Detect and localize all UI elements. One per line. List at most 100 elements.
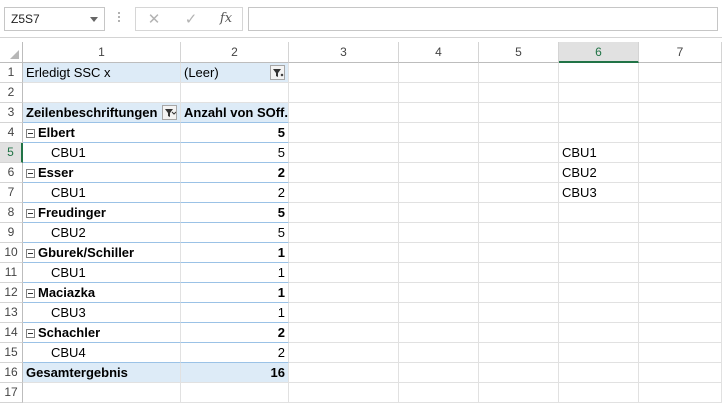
column-header[interactable]: 3 xyxy=(289,42,399,63)
cell[interactable] xyxy=(559,383,639,403)
cell[interactable] xyxy=(479,383,559,403)
row-header[interactable]: 4 xyxy=(0,123,23,143)
cell[interactable] xyxy=(479,203,559,223)
chevron-down-icon[interactable] xyxy=(90,17,98,22)
filter-icon[interactable] xyxy=(162,105,177,120)
cell[interactable] xyxy=(289,103,399,123)
cell[interactable] xyxy=(639,183,722,203)
row-header[interactable]: 10 xyxy=(0,243,23,263)
cell[interactable] xyxy=(479,143,559,163)
cell[interactable] xyxy=(639,103,722,123)
cell[interactable] xyxy=(289,383,399,403)
cell[interactable] xyxy=(639,223,722,243)
cell[interactable] xyxy=(399,323,479,343)
minus-box-icon[interactable] xyxy=(26,249,35,258)
row-header[interactable]: 9 xyxy=(0,223,23,243)
cell[interactable] xyxy=(289,143,399,163)
row-header[interactable]: 16 xyxy=(0,363,23,383)
name-box[interactable]: Z5S7 xyxy=(4,7,105,31)
row-header[interactable]: 3 xyxy=(0,103,23,123)
cell[interactable] xyxy=(639,163,722,183)
pivot-item-label[interactable]: CBU2 xyxy=(23,223,181,243)
list-item[interactable]: CBU2 xyxy=(559,163,639,183)
cell[interactable] xyxy=(559,63,639,83)
cell[interactable] xyxy=(399,363,479,383)
pivot-item-label[interactable]: CBU1 xyxy=(23,263,181,283)
column-header[interactable]: 6 xyxy=(559,42,639,63)
cell[interactable] xyxy=(399,283,479,303)
cell[interactable] xyxy=(399,183,479,203)
cell[interactable] xyxy=(289,323,399,343)
pivot-filter-value[interactable]: (Leer) xyxy=(181,63,289,83)
cell[interactable] xyxy=(399,83,479,103)
pivot-item-label[interactable]: CBU1 xyxy=(23,143,181,163)
cell[interactable] xyxy=(289,343,399,363)
fx-icon[interactable]: fx xyxy=(216,11,236,26)
cell[interactable] xyxy=(559,263,639,283)
row-header[interactable]: 13 xyxy=(0,303,23,323)
cell[interactable] xyxy=(479,263,559,283)
minus-box-icon[interactable] xyxy=(26,329,35,338)
select-all-button[interactable] xyxy=(0,42,23,63)
cell[interactable] xyxy=(399,223,479,243)
cell[interactable] xyxy=(559,283,639,303)
cell[interactable] xyxy=(559,343,639,363)
cell[interactable] xyxy=(23,83,181,103)
formula-bar-grip[interactable] xyxy=(118,12,121,26)
row-header[interactable]: 7 xyxy=(0,183,23,203)
pivot-item-value[interactable]: 1 xyxy=(181,263,289,283)
minus-box-icon[interactable] xyxy=(26,129,35,138)
cell[interactable] xyxy=(479,223,559,243)
list-item[interactable]: CBU3 xyxy=(559,183,639,203)
pivot-group-row[interactable]: Freudinger xyxy=(23,203,181,223)
column-header[interactable]: 5 xyxy=(479,42,559,63)
row-header[interactable]: 12 xyxy=(0,283,23,303)
cell[interactable] xyxy=(479,363,559,383)
cell[interactable] xyxy=(399,203,479,223)
cell[interactable] xyxy=(289,243,399,263)
cell[interactable] xyxy=(639,343,722,363)
pivot-group-total[interactable]: 2 xyxy=(181,323,289,343)
cell[interactable] xyxy=(639,243,722,263)
cell[interactable] xyxy=(559,103,639,123)
cell[interactable] xyxy=(559,223,639,243)
cell[interactable] xyxy=(399,63,479,83)
cell[interactable] xyxy=(399,143,479,163)
pivot-group-total[interactable]: 1 xyxy=(181,283,289,303)
cell[interactable] xyxy=(289,63,399,83)
pivot-item-label[interactable]: CBU1 xyxy=(23,183,181,203)
cell[interactable] xyxy=(479,323,559,343)
row-header[interactable]: 1 xyxy=(0,63,23,83)
cell[interactable] xyxy=(289,223,399,243)
list-item[interactable]: CBU1 xyxy=(559,143,639,163)
row-header[interactable]: 17 xyxy=(0,383,23,403)
pivot-item-value[interactable]: 1 xyxy=(181,303,289,323)
row-header[interactable]: 11 xyxy=(0,263,23,283)
cell[interactable] xyxy=(399,263,479,283)
minus-box-icon[interactable] xyxy=(26,289,35,298)
pivot-group-total[interactable]: 5 xyxy=(181,203,289,223)
row-header[interactable]: 14 xyxy=(0,323,23,343)
cell[interactable] xyxy=(639,363,722,383)
formula-input[interactable] xyxy=(248,7,718,31)
pivot-item-label[interactable]: CBU4 xyxy=(23,343,181,363)
cell[interactable] xyxy=(399,103,479,123)
minus-box-icon[interactable] xyxy=(26,209,35,218)
cell[interactable] xyxy=(479,183,559,203)
row-header[interactable]: 5 xyxy=(0,143,23,163)
check-icon[interactable]: ✓ xyxy=(181,10,201,28)
cell[interactable] xyxy=(639,63,722,83)
cell[interactable] xyxy=(289,263,399,283)
pivot-group-total[interactable]: 1 xyxy=(181,243,289,263)
cell[interactable] xyxy=(479,163,559,183)
column-header[interactable]: 4 xyxy=(399,42,479,63)
cell[interactable] xyxy=(289,303,399,323)
row-header[interactable]: 6 xyxy=(0,163,23,183)
cell[interactable] xyxy=(479,343,559,363)
pivot-group-total[interactable]: 5 xyxy=(181,123,289,143)
row-header[interactable]: 8 xyxy=(0,203,23,223)
cell[interactable] xyxy=(639,383,722,403)
pivot-item-value[interactable]: 2 xyxy=(181,343,289,363)
cell[interactable] xyxy=(399,163,479,183)
cell[interactable] xyxy=(639,283,722,303)
